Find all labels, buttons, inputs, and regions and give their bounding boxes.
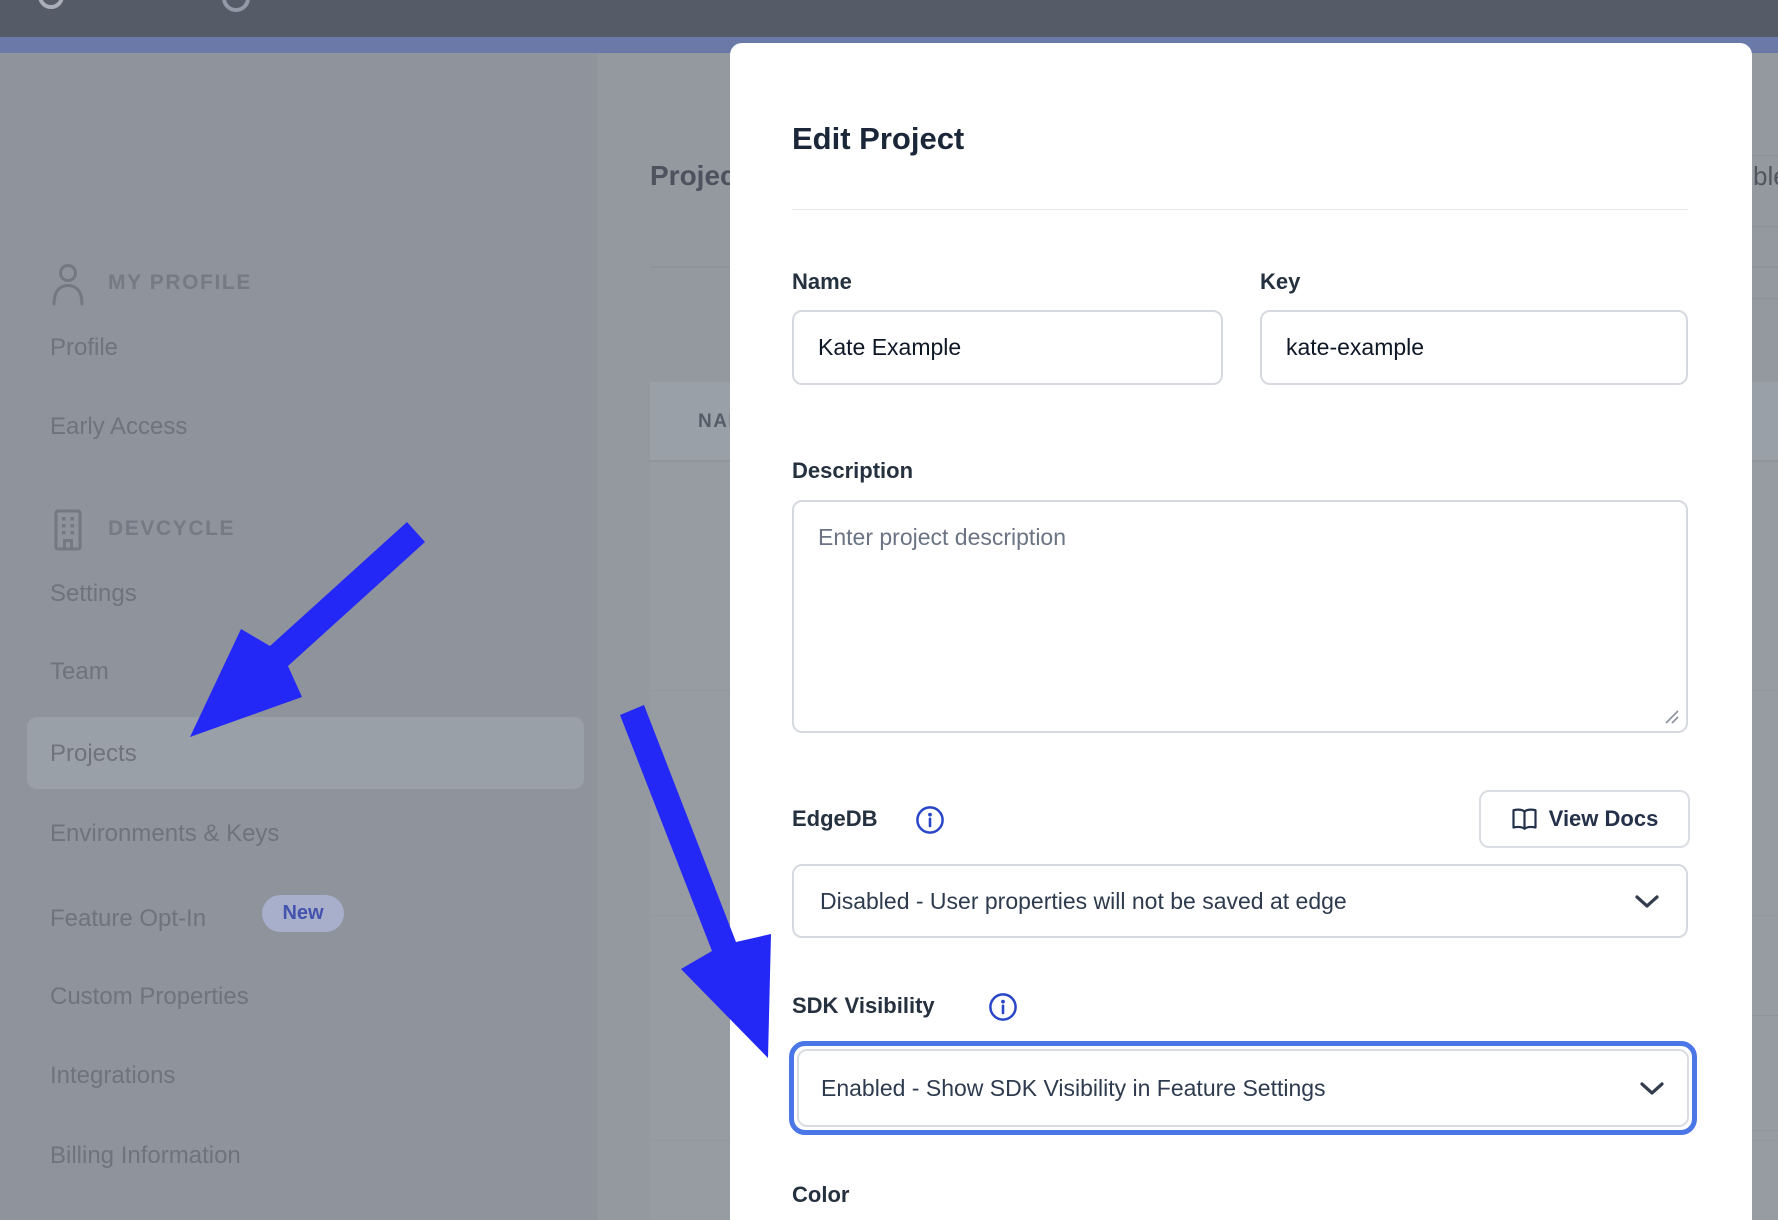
sdk-visibility-select[interactable]: Enabled - Show SDK Visibility in Feature…	[797, 1049, 1689, 1127]
edgedb-select-value: Disabled - User properties will not be s…	[820, 888, 1634, 915]
sidebar-item-early-access[interactable]: Early Access	[50, 405, 187, 449]
settings-sidebar: MY PROFILE Profile Early Access DEVCYCLE…	[0, 53, 597, 1220]
sdk-visibility-select-focus-ring: Enabled - Show SDK Visibility in Feature…	[789, 1041, 1697, 1135]
sidebar-item-settings[interactable]: Settings	[50, 572, 137, 616]
sidebar-item-projects[interactable]: Projects	[50, 732, 137, 776]
edit-project-modal: Edit Project Name Key Description EdgeDB…	[730, 43, 1752, 1220]
sidebar-item-feature-opt-in[interactable]: Feature Opt-In	[50, 897, 206, 941]
modal-header-divider	[792, 209, 1688, 210]
sidebar-section-devcycle: DEVCYCLE	[108, 511, 235, 547]
key-label: Key	[1260, 269, 1300, 295]
sidebar-item-custom-properties[interactable]: Custom Properties	[50, 975, 249, 1019]
sidebar-item-billing-information[interactable]: Billing Information	[50, 1134, 241, 1178]
edgedb-select[interactable]: Disabled - User properties will not be s…	[792, 864, 1688, 938]
background-right-text-fragment: ble	[1753, 161, 1778, 192]
name-input[interactable]	[792, 310, 1223, 385]
textarea-resize-handle[interactable]	[1662, 707, 1680, 725]
top-navigation-bar	[0, 0, 1778, 37]
sidebar-section-my-profile: MY PROFILE	[108, 265, 252, 301]
chevron-down-icon	[1634, 894, 1660, 909]
edgedb-label: EdgeDB	[792, 806, 878, 832]
sidebar-item-environments-keys[interactable]: Environments & Keys	[50, 812, 279, 856]
sdk-visibility-label: SDK Visibility	[792, 993, 935, 1019]
book-icon	[1511, 808, 1538, 831]
logo-partial-icon	[38, 0, 64, 9]
sidebar-item-team[interactable]: Team	[50, 650, 109, 694]
modal-title: Edit Project	[792, 121, 964, 157]
building-icon	[50, 508, 86, 552]
view-docs-label: View Docs	[1549, 806, 1659, 832]
sidebar-item-profile[interactable]: Profile	[50, 326, 118, 370]
avatar-partial-icon	[222, 0, 250, 12]
person-icon	[50, 262, 86, 306]
color-label: Color	[792, 1182, 849, 1208]
sdk-visibility-select-value: Enabled - Show SDK Visibility in Feature…	[821, 1075, 1639, 1102]
view-docs-button[interactable]: View Docs	[1479, 790, 1690, 848]
name-label: Name	[792, 269, 852, 295]
description-label: Description	[792, 458, 913, 484]
chevron-down-icon	[1639, 1081, 1665, 1096]
edgedb-info-icon[interactable]	[915, 805, 945, 835]
description-textarea[interactable]	[792, 500, 1688, 733]
key-input[interactable]	[1260, 310, 1688, 385]
new-badge: New	[262, 895, 344, 932]
sdk-visibility-info-icon[interactable]	[988, 992, 1018, 1022]
sidebar-item-integrations[interactable]: Integrations	[50, 1054, 175, 1098]
app-screen: MY PROFILE Profile Early Access DEVCYCLE…	[0, 0, 1778, 1220]
